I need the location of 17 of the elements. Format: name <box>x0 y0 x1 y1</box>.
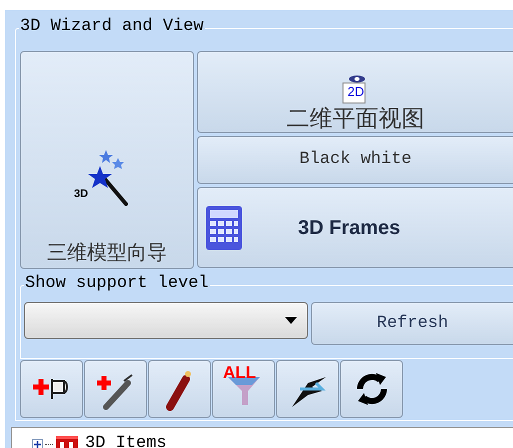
toolbar-button[interactable] <box>276 360 339 418</box>
dropdown-arrow-icon <box>285 317 297 324</box>
icon-label: 3D <box>74 188 88 200</box>
icon-label: ALL <box>223 364 256 382</box>
frames-button[interactable]: 3D Frames <box>197 187 513 268</box>
toolbar-button[interactable] <box>340 360 403 418</box>
plan-view-button[interactable]: 2D 二维平面视图 <box>197 51 513 133</box>
tree-item[interactable]: 3D Items <box>85 434 167 448</box>
level-dropdown[interactable] <box>24 302 308 339</box>
toolbar-button[interactable] <box>84 360 147 418</box>
expander-icon[interactable] <box>32 438 43 448</box>
display-mode-button[interactable]: Black white <box>197 136 513 184</box>
refresh-button[interactable]: Refresh <box>311 302 513 345</box>
wizard-button[interactable]: 3D 三维模型向导 <box>20 51 194 269</box>
toolbar-button[interactable] <box>148 360 211 418</box>
icon-label: 2D <box>348 85 364 99</box>
toolbar-button[interactable] <box>20 360 83 418</box>
